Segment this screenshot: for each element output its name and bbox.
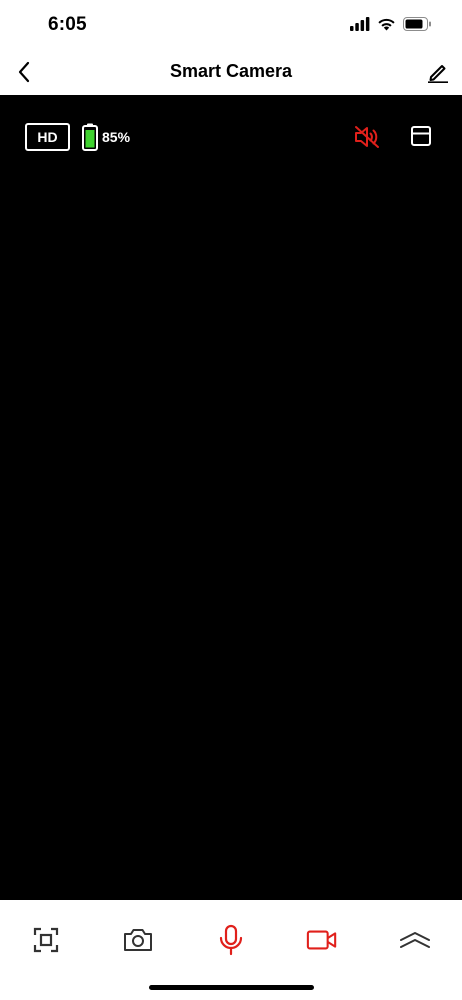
fullscreen-button[interactable]: [30, 924, 62, 956]
status-time: 6:05: [48, 14, 87, 35]
battery-status-icon: [403, 17, 432, 36]
status-icons: [350, 17, 432, 36]
double-chevron-up-icon: [400, 932, 430, 948]
wifi-icon: [377, 17, 396, 36]
bottom-toolbar: [0, 900, 462, 980]
device-battery-indicator: 85%: [82, 123, 130, 151]
video-record-icon: [306, 930, 337, 950]
pencil-icon: [428, 65, 448, 83]
device-battery-percent: 85%: [102, 129, 131, 145]
status-bar: 6:05: [0, 0, 462, 50]
talk-button[interactable]: [215, 924, 247, 956]
edit-button[interactable]: [424, 58, 452, 86]
cellular-signal-icon: [350, 17, 370, 36]
layout-icon: [411, 126, 431, 146]
more-controls-button[interactable]: [399, 924, 431, 956]
smart-camera-screen: 6:05 Smart Camera HD 85%: [0, 0, 462, 1000]
fullscreen-icon: [33, 927, 59, 953]
speaker-muted-icon: [355, 126, 379, 148]
page-title: Smart Camera: [169, 61, 293, 81]
mute-toggle-button[interactable]: [353, 125, 381, 149]
record-button[interactable]: [306, 924, 338, 956]
live-video-view[interactable]: HD 85%: [0, 95, 462, 900]
camera-icon: [124, 929, 152, 951]
snapshot-button[interactable]: [122, 924, 154, 956]
layout-button[interactable]: [410, 125, 434, 149]
quality-hd-button[interactable]: HD: [25, 123, 70, 151]
microphone-icon: [219, 924, 243, 956]
home-indicator[interactable]: [149, 985, 314, 990]
device-battery-icon: [82, 123, 98, 151]
nav-bar: Smart Camera: [0, 50, 462, 95]
